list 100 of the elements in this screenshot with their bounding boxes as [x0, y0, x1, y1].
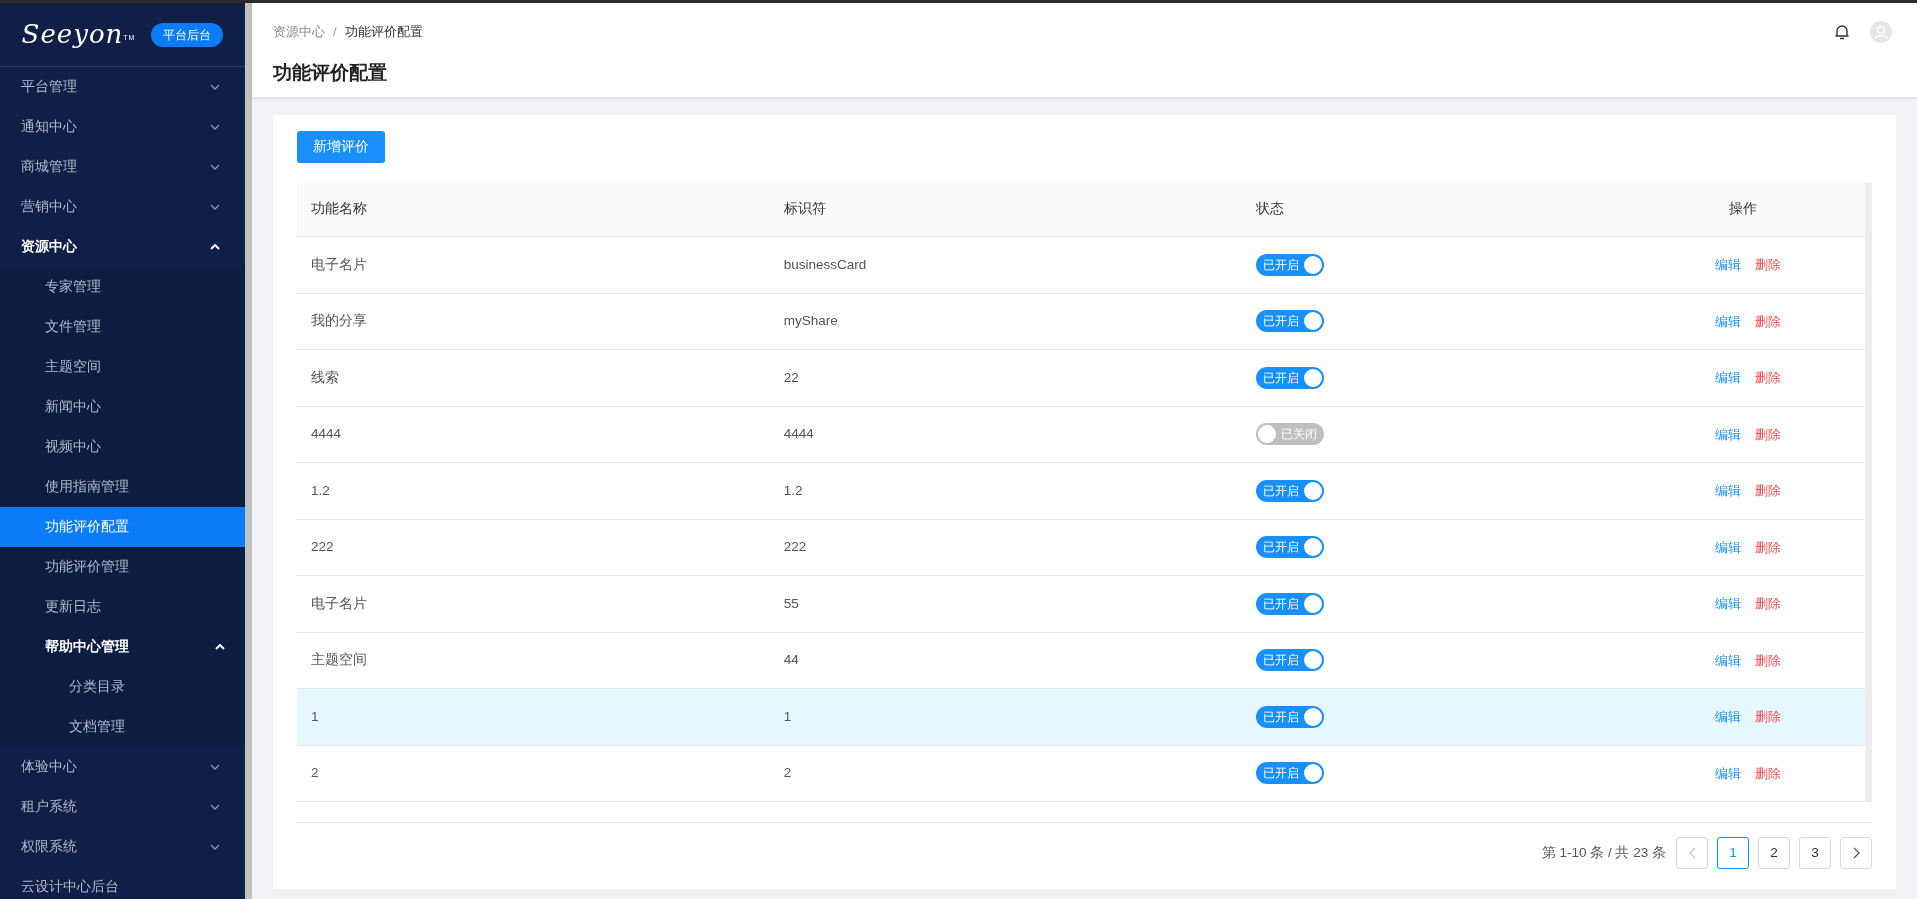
sidebar-item[interactable]: 更新日志	[0, 587, 245, 627]
edit-link[interactable]: 编辑	[1715, 311, 1741, 331]
delete-link[interactable]: 删除	[1755, 368, 1781, 388]
table-cell-text: 1.2	[310, 481, 331, 500]
delete-link[interactable]: 删除	[1755, 650, 1781, 670]
sidebar-item[interactable]: 主题空间	[0, 347, 245, 387]
edit-link[interactable]: 编辑	[1715, 763, 1741, 783]
table-cell-text: 55	[782, 594, 800, 613]
delete-link[interactable]: 删除	[1755, 255, 1781, 275]
chevron-up-icon	[210, 244, 220, 250]
sidebar-item[interactable]: 新闻中心	[0, 387, 245, 427]
edit-link[interactable]: 编辑	[1715, 707, 1741, 727]
sidebar-item[interactable]: 云设计中心后台	[0, 867, 245, 899]
table-cell-text: 我的分享	[310, 312, 368, 331]
table-cell-text: 222	[310, 538, 335, 557]
delete-link[interactable]: 删除	[1755, 481, 1781, 501]
add-evaluation-button[interactable]: 新增评价	[297, 131, 385, 163]
status-switch[interactable]: 已开启	[1256, 705, 1325, 728]
logo: Seeyon$^{TM}$	[21, 18, 136, 51]
chevron-down-icon	[210, 84, 220, 90]
status-switch[interactable]: 已开启	[1256, 253, 1325, 276]
edit-link[interactable]: 编辑	[1715, 255, 1741, 275]
sidebar-item[interactable]: 使用指南管理	[0, 467, 245, 507]
sidebar-item[interactable]: 文件管理	[0, 307, 245, 347]
table-cell-text: 4444	[782, 425, 815, 444]
status-switch[interactable]: 已开启	[1256, 762, 1325, 785]
status-switch[interactable]: 已开启	[1256, 479, 1325, 502]
pagination-summary: 第 1-10 条 / 共 23 条	[1541, 843, 1666, 862]
avatar-icon[interactable]	[1870, 21, 1892, 43]
sidebar-item[interactable]: 营销中心	[0, 187, 245, 227]
sidebar-item[interactable]: 功能评价管理	[0, 547, 245, 587]
sidebar-item[interactable]: 视频中心	[0, 427, 245, 467]
bell-icon[interactable]	[1834, 23, 1850, 41]
chevron-right-icon	[1852, 847, 1860, 859]
edit-link[interactable]: 编辑	[1715, 424, 1741, 444]
chevron-up-icon	[215, 644, 225, 650]
sidebar-item[interactable]: 文档管理	[0, 707, 245, 747]
edit-link[interactable]: 编辑	[1715, 537, 1741, 557]
table-cell-text: 2	[782, 764, 793, 783]
scrollbar[interactable]	[1865, 183, 1872, 802]
column-header: 操作	[1728, 200, 1758, 219]
chevron-down-icon	[210, 124, 220, 130]
chevron-down-icon	[210, 764, 220, 770]
next-page-button[interactable]	[1840, 837, 1872, 869]
edit-link[interactable]: 编辑	[1715, 594, 1741, 614]
sidebar-item[interactable]: 通知中心	[0, 107, 245, 147]
delete-link[interactable]: 删除	[1755, 763, 1781, 783]
edit-link[interactable]: 编辑	[1715, 481, 1741, 501]
page-button[interactable]: 2	[1758, 837, 1790, 869]
table-cell-text: 4444	[310, 425, 343, 444]
page-title: 功能评价配置	[273, 61, 388, 85]
chevron-left-icon	[1688, 847, 1696, 859]
sidebar-item[interactable]: 商城管理	[0, 147, 245, 187]
table-cell-text: 1	[310, 707, 320, 726]
table-cell-text: 22	[782, 368, 800, 387]
status-switch[interactable]: 已关闭	[1256, 423, 1325, 446]
page-button[interactable]: 1	[1717, 837, 1749, 869]
status-switch[interactable]: 已开启	[1256, 310, 1325, 333]
status-switch[interactable]: 已开启	[1256, 366, 1325, 389]
edit-link[interactable]: 编辑	[1715, 368, 1741, 388]
breadcrumb-separator: /	[333, 23, 337, 42]
delete-link[interactable]: 删除	[1755, 311, 1781, 331]
scrollbar[interactable]	[245, 3, 252, 899]
sidebar-item[interactable]: 权限系统	[0, 827, 245, 867]
delete-link[interactable]: 删除	[1755, 594, 1781, 614]
sidebar-item[interactable]: 帮助中心管理	[0, 627, 245, 667]
table-cell-text: 222	[782, 538, 808, 557]
chevron-down-icon	[210, 164, 220, 170]
breadcrumb-item: 功能评价配置	[344, 23, 423, 42]
edit-link[interactable]: 编辑	[1715, 650, 1741, 670]
table-cell-text: myShare	[782, 312, 839, 331]
sidebar-item[interactable]: 专家管理	[0, 267, 245, 307]
platform-badge: 平台后台	[151, 22, 224, 47]
sidebar-item[interactable]: 功能评价配置	[0, 507, 245, 547]
status-switch[interactable]: 已开启	[1256, 592, 1325, 615]
breadcrumb-item[interactable]: 资源中心	[273, 22, 325, 42]
status-switch[interactable]: 已开启	[1256, 536, 1325, 559]
page-button[interactable]: 3	[1799, 837, 1831, 869]
table-cell-text: 1.2	[782, 481, 804, 500]
delete-link[interactable]: 删除	[1755, 537, 1781, 557]
sidebar-item[interactable]: 体验中心	[0, 747, 245, 787]
sidebar-item[interactable]: 平台管理	[0, 67, 245, 107]
sidebar-item[interactable]: 租户系统	[0, 787, 245, 827]
column-header: 状态	[1255, 200, 1286, 219]
sidebar-item[interactable]: 资源中心	[0, 227, 245, 267]
table-cell-text: businessCard	[782, 255, 868, 274]
chevron-down-icon	[210, 204, 220, 210]
delete-link[interactable]: 删除	[1755, 707, 1781, 727]
chevron-down-icon	[210, 804, 220, 810]
table-cell-text: 线索	[310, 368, 340, 387]
table-cell-text: 1	[782, 707, 793, 726]
status-switch[interactable]: 已开启	[1256, 649, 1325, 672]
table-cell-text: 主题空间	[310, 651, 368, 670]
table-cell-text: 2	[310, 764, 320, 783]
delete-link[interactable]: 删除	[1755, 424, 1781, 444]
column-header: 功能名称	[310, 200, 368, 219]
sidebar-item[interactable]: 分类目录	[0, 667, 245, 707]
chevron-down-icon	[210, 844, 220, 850]
column-header: 标识符	[782, 200, 827, 219]
previous-page-button[interactable]	[1676, 837, 1708, 869]
